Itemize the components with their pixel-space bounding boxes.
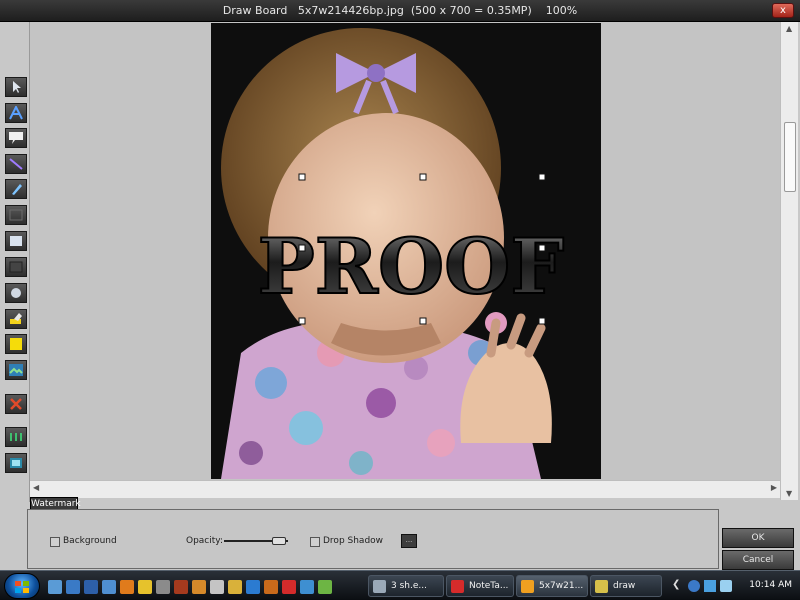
opacity-label: Opacity: bbox=[186, 536, 223, 546]
ok-button[interactable]: OK bbox=[722, 528, 794, 548]
window-title: Draw Board 5x7w214426bp.jpg (500 x 700 =… bbox=[222, 4, 578, 17]
a-text-icon bbox=[9, 106, 23, 120]
quicklaunch-bridge-icon[interactable] bbox=[174, 580, 188, 594]
vertical-scroll-thumb[interactable] bbox=[784, 122, 796, 192]
taskbar-task-explorer[interactable]: 3 sh.e... bbox=[368, 575, 444, 597]
quicklaunch-ie-icon[interactable] bbox=[300, 580, 314, 594]
tool-palette bbox=[0, 22, 30, 502]
rectangle-filled-icon bbox=[10, 236, 22, 246]
dark-rectangle-tool-button[interactable] bbox=[5, 257, 27, 277]
background-label: Background bbox=[63, 536, 117, 546]
text-tool-button[interactable] bbox=[5, 103, 27, 123]
quicklaunch-messenger-icon[interactable] bbox=[318, 580, 332, 594]
layer-tool-button[interactable] bbox=[5, 453, 27, 473]
draw-app-icon bbox=[595, 580, 608, 593]
scroll-right-arrow-icon[interactable]: ▶ bbox=[771, 483, 777, 492]
vertical-scrollbar[interactable]: ▲ ▼ bbox=[780, 22, 798, 500]
taskbar: 3 sh.e... NoteTa... 5x7w21... draw ❮ 10:… bbox=[0, 570, 800, 600]
proof-watermark-text[interactable]: PROOF bbox=[257, 221, 566, 312]
quicklaunch-show-desktop-icon[interactable] bbox=[48, 580, 62, 594]
taskbar-task-draw[interactable]: draw bbox=[590, 575, 662, 597]
quicklaunch-gear-icon[interactable] bbox=[192, 580, 206, 594]
taskbar-task-drawboard[interactable]: 5x7w21... bbox=[516, 575, 588, 597]
drawing-canvas[interactable]: PROOF bbox=[30, 22, 780, 480]
photo-illustration: PROOF bbox=[211, 23, 601, 479]
taskbar-task-notetab[interactable]: NoteTa... bbox=[446, 575, 514, 597]
draw-board-window: PROOF ▲ ▼ ◀ ▶ Watermark Background Opaci… bbox=[0, 22, 800, 570]
callout-tool-button[interactable] bbox=[5, 128, 27, 148]
ellipse-tool-button[interactable] bbox=[5, 283, 27, 303]
image-tool-button[interactable] bbox=[5, 360, 27, 380]
highlighter-icon bbox=[10, 313, 22, 324]
yellow-square-icon bbox=[10, 338, 22, 350]
quicklaunch-window-switch-icon[interactable] bbox=[66, 580, 80, 594]
drop-shadow-checkbox[interactable] bbox=[310, 537, 320, 547]
fill-tool-button[interactable] bbox=[5, 334, 27, 354]
rectangle-outline-icon bbox=[9, 209, 23, 221]
watermark-options-button[interactable]: ... bbox=[401, 534, 417, 548]
quicklaunch-media-icon[interactable] bbox=[138, 580, 152, 594]
opacity-slider-thumb[interactable] bbox=[272, 537, 286, 545]
system-tray: ❮ 10:14 AM bbox=[668, 574, 800, 598]
rectangle-outline-tool-button[interactable] bbox=[5, 205, 27, 225]
notetab-icon bbox=[451, 580, 464, 593]
grid-icon bbox=[10, 433, 22, 441]
delete-x-icon bbox=[10, 398, 22, 410]
tray-expand-icon[interactable]: ❮ bbox=[672, 579, 680, 590]
pencil-icon bbox=[12, 184, 22, 195]
quicklaunch-app-icon[interactable] bbox=[156, 580, 170, 594]
dark-rectangle-icon bbox=[9, 261, 23, 273]
network-icon[interactable] bbox=[688, 580, 700, 592]
volume-icon[interactable] bbox=[720, 580, 732, 592]
quicklaunch-folder-icon[interactable] bbox=[228, 580, 242, 594]
speech-balloon-icon bbox=[9, 132, 23, 144]
folder-icon bbox=[373, 580, 386, 593]
delete-button[interactable] bbox=[5, 394, 27, 414]
quicklaunch-firefox-icon[interactable] bbox=[120, 580, 134, 594]
background-checkbox[interactable] bbox=[50, 537, 60, 547]
quicklaunch-calculator-icon[interactable] bbox=[210, 580, 224, 594]
ellipse-icon bbox=[11, 288, 21, 298]
scroll-down-arrow-icon[interactable]: ▼ bbox=[786, 489, 792, 498]
title-bar: Draw Board 5x7w214426bp.jpg (500 x 700 =… bbox=[0, 0, 800, 22]
quicklaunch-photoshop-icon[interactable] bbox=[246, 580, 260, 594]
layer-icon bbox=[10, 458, 22, 468]
line-tool-button[interactable] bbox=[5, 154, 27, 174]
monitor-icon[interactable] bbox=[704, 580, 716, 592]
watermark-panel: Background Opacity: Drop Shadow ... bbox=[27, 509, 719, 569]
line-icon bbox=[9, 158, 23, 170]
close-button[interactable]: x bbox=[772, 3, 794, 18]
scroll-left-arrow-icon[interactable]: ◀ bbox=[33, 483, 39, 492]
gear-icon bbox=[521, 580, 534, 593]
image-icon bbox=[9, 364, 23, 376]
highlighter-tool-button[interactable] bbox=[5, 309, 27, 329]
quicklaunch-notetab-icon[interactable] bbox=[282, 580, 296, 594]
quicklaunch-explorer-icon[interactable] bbox=[102, 580, 116, 594]
horizontal-scrollbar[interactable]: ◀ ▶ bbox=[30, 480, 780, 498]
pencil-tool-button[interactable] bbox=[5, 179, 27, 199]
cancel-button[interactable]: Cancel bbox=[722, 550, 794, 570]
pointer-icon bbox=[13, 81, 21, 93]
scroll-up-arrow-icon[interactable]: ▲ bbox=[786, 24, 792, 33]
pointer-tool-button[interactable] bbox=[5, 77, 27, 97]
clock[interactable]: 10:14 AM bbox=[749, 580, 792, 590]
quicklaunch-network-icon[interactable] bbox=[84, 580, 98, 594]
photo-image: PROOF bbox=[211, 23, 601, 479]
drop-shadow-label: Drop Shadow bbox=[323, 536, 384, 546]
quicklaunch-illustrator-icon[interactable] bbox=[264, 580, 278, 594]
windows-logo-icon bbox=[15, 581, 29, 593]
start-button[interactable] bbox=[4, 573, 40, 599]
grid-tool-button[interactable] bbox=[5, 427, 27, 447]
rectangle-filled-tool-button[interactable] bbox=[5, 231, 27, 251]
